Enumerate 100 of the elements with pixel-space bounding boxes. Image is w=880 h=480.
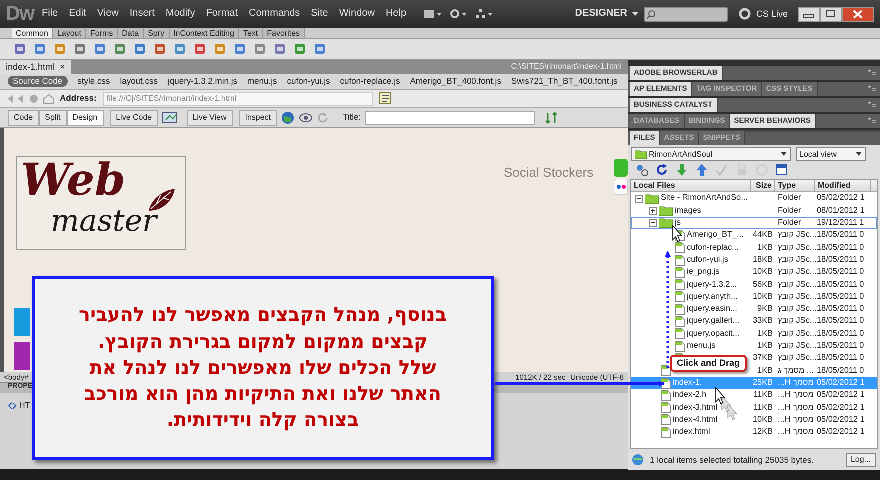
related-file-tab[interactable]: cufon-yui.js bbox=[287, 76, 330, 87]
view-dropdown[interactable]: Local view bbox=[796, 147, 866, 162]
toolbar-tile-icon[interactable] bbox=[114, 43, 126, 55]
menu-item[interactable]: View bbox=[97, 8, 119, 20]
file-name[interactable]: js bbox=[675, 217, 681, 230]
toolbar-button[interactable]: Live Code bbox=[110, 110, 158, 126]
file-name[interactable]: jquery.galleri... bbox=[687, 315, 740, 328]
page-icon[interactable] bbox=[378, 92, 393, 105]
file-name[interactable]: menu.js bbox=[687, 340, 716, 352]
file-name[interactable]: jquery.easin... bbox=[687, 303, 738, 316]
refresh-icon[interactable] bbox=[656, 164, 668, 176]
check-out-icon[interactable] bbox=[716, 164, 728, 176]
toolbar-button[interactable]: Inspect bbox=[239, 110, 278, 126]
view-button[interactable]: Design bbox=[66, 110, 104, 126]
view-button[interactable]: Split bbox=[39, 110, 67, 126]
file-name[interactable]: jquery-1.3.2... bbox=[687, 278, 738, 291]
toolbar-tile-icon[interactable] bbox=[134, 43, 146, 55]
up-arrow-icon[interactable] bbox=[696, 164, 708, 176]
eye-icon[interactable] bbox=[299, 112, 314, 124]
collapse-icon[interactable] bbox=[635, 194, 643, 203]
minimize-button[interactable] bbox=[798, 6, 820, 22]
toolbar-tile-icon[interactable] bbox=[34, 43, 46, 55]
connect-icon[interactable] bbox=[636, 164, 648, 176]
toolbar-button[interactable]: Live View bbox=[186, 110, 233, 126]
menu-item[interactable]: Help bbox=[386, 8, 407, 20]
toolbar-tile-icon[interactable] bbox=[234, 43, 246, 55]
toolbar-tile-icon[interactable] bbox=[154, 43, 166, 55]
file-name[interactable]: index.html bbox=[673, 426, 710, 438]
related-file-tab[interactable]: layout.css bbox=[120, 76, 158, 87]
insert-tab[interactable]: Common bbox=[12, 28, 54, 38]
insert-tab[interactable]: InContext Editing bbox=[170, 28, 240, 38]
column-header[interactable]: Type bbox=[775, 180, 815, 192]
file-name[interactable]: jquery.anyth... bbox=[687, 290, 738, 304]
related-file-tab[interactable]: jquery-1.3.2.min.js bbox=[168, 76, 238, 87]
toolbar-tile-icon[interactable] bbox=[54, 43, 66, 55]
sort-arrows-icon[interactable] bbox=[545, 112, 560, 124]
menu-item[interactable]: Commands bbox=[249, 8, 300, 20]
menu-item[interactable]: File bbox=[42, 8, 58, 20]
insert-tab[interactable]: Layout bbox=[53, 28, 86, 38]
related-file-tab[interactable]: style.css bbox=[78, 76, 110, 87]
menu-item[interactable]: Insert bbox=[130, 8, 155, 20]
menu-item[interactable]: Format bbox=[206, 8, 238, 20]
related-file-tab[interactable]: Swis721_Th_BT_400.font.js bbox=[511, 76, 618, 87]
globe-icon[interactable] bbox=[632, 454, 644, 466]
caret-icon[interactable] bbox=[632, 12, 640, 16]
html-button[interactable]: HT bbox=[8, 401, 30, 411]
related-file-tab[interactable]: menu.js bbox=[247, 76, 278, 87]
site-dropdown[interactable]: RimonArtAndSoul bbox=[630, 147, 790, 162]
file-name[interactable]: Site - RimonArtAndSo... bbox=[661, 192, 748, 205]
down-arrow-icon[interactable] bbox=[676, 164, 688, 176]
toolbar-tile-icon[interactable] bbox=[274, 43, 286, 55]
toolbar-tile-icon[interactable] bbox=[314, 43, 326, 55]
file-name[interactable]: images bbox=[675, 204, 702, 218]
column-header[interactable]: Modified bbox=[815, 180, 871, 192]
navigation-icon[interactable] bbox=[8, 94, 54, 104]
dots-icon[interactable] bbox=[614, 179, 628, 195]
close-tab-button[interactable]: × bbox=[60, 60, 66, 74]
menu-item[interactable]: Modify bbox=[166, 8, 196, 20]
toolbar-tile-icon[interactable] bbox=[194, 43, 206, 55]
panel-menu-icon[interactable] bbox=[868, 118, 876, 124]
panel-menu-icon[interactable] bbox=[868, 86, 876, 92]
title-field[interactable] bbox=[365, 110, 536, 124]
insert-tab[interactable]: Data bbox=[118, 28, 144, 38]
panel-menu-icon[interactable] bbox=[868, 102, 876, 108]
expand-icon[interactable] bbox=[649, 206, 657, 215]
collapse-icon[interactable] bbox=[649, 219, 657, 228]
toolbar-tile-icon[interactable] bbox=[254, 43, 266, 55]
column-header[interactable]: Size bbox=[751, 180, 775, 192]
file-name[interactable]: cufon-replac... bbox=[687, 242, 739, 254]
related-file-tab[interactable]: cufon-replace.js bbox=[340, 76, 400, 87]
insert-tab[interactable]: Text bbox=[239, 28, 264, 38]
sitemap-icon[interactable] bbox=[476, 9, 494, 19]
file-name[interactable]: ie_png.js bbox=[687, 266, 720, 279]
globe-icon[interactable] bbox=[281, 110, 296, 124]
restore-button[interactable] bbox=[820, 6, 842, 22]
menu-item[interactable]: Window bbox=[339, 8, 375, 20]
search-field[interactable] bbox=[644, 6, 728, 22]
file-name[interactable]: jquery.opacit... bbox=[687, 328, 740, 340]
toolbar-tile-icon[interactable] bbox=[174, 43, 186, 55]
panel-menu-icon[interactable] bbox=[868, 70, 876, 76]
column-header[interactable]: Local Files bbox=[631, 180, 751, 192]
file-name[interactable]: index-3.html bbox=[673, 402, 718, 414]
log-button[interactable]: Log... bbox=[846, 452, 876, 467]
menu-item[interactable]: Site bbox=[311, 8, 328, 20]
toolbar-tile-icon[interactable] bbox=[294, 43, 306, 55]
related-file-tab[interactable]: Source Code bbox=[8, 76, 68, 87]
toolbar-tile-icon[interactable] bbox=[94, 43, 106, 55]
workspace-switcher[interactable]: DESIGNER bbox=[575, 8, 628, 20]
screen-icon[interactable] bbox=[162, 111, 180, 124]
expand-panel-icon[interactable] bbox=[776, 164, 788, 176]
file-name[interactable]: index-2.h bbox=[673, 389, 707, 402]
file-name[interactable]: cufon-yui.js bbox=[687, 254, 728, 266]
close-button[interactable] bbox=[842, 6, 874, 22]
insert-tab[interactable]: Favorites bbox=[263, 28, 306, 38]
document-tab-label[interactable]: index-1.html bbox=[6, 60, 56, 74]
menu-item[interactable]: Edit bbox=[69, 8, 86, 20]
layout-icon[interactable] bbox=[424, 9, 442, 19]
gear-icon[interactable] bbox=[450, 9, 468, 19]
file-name[interactable]: Amerigo_BT_... bbox=[687, 229, 744, 242]
view-button[interactable]: Code bbox=[8, 110, 40, 126]
